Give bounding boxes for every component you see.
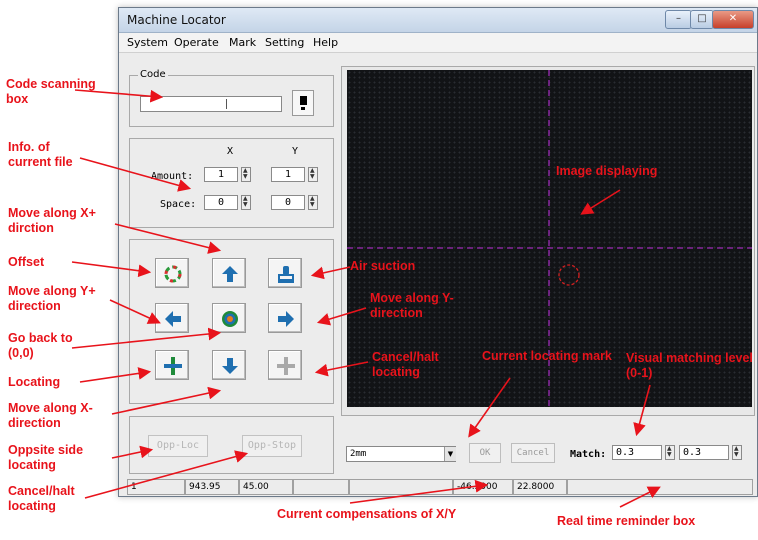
arrow-reminder — [619, 486, 661, 508]
arrow-locating — [79, 367, 152, 383]
annotation-current-mark: Current locating mark — [482, 349, 612, 363]
annotation-cancel-halt-2: Cancel/halt locating — [372, 350, 439, 379]
annotation-code-scanning: Code scanning box — [6, 77, 96, 106]
annotation-air-suction: Air suction — [350, 259, 416, 273]
arrow-air-suction — [310, 266, 351, 280]
annotation-move-y-minus: Move along Y- direction — [370, 291, 454, 320]
arrow-file-info — [79, 157, 192, 192]
annotation-move-x-minus: Move along X- direction — [8, 401, 93, 430]
annotation-offset: Offset — [8, 255, 45, 269]
annotation-go-back: Go back to (0,0) — [8, 331, 73, 360]
arrow-visual-matching — [633, 384, 651, 437]
annotation-file-info: Info. of current file — [8, 140, 73, 169]
arrow-move-x-minus — [111, 386, 222, 415]
arrow-image-displaying — [580, 189, 621, 215]
annotation-move-y-plus: Move along Y+ direction — [8, 284, 96, 313]
annotation-move-x-plus: Move along X+ dirction — [8, 206, 96, 235]
annotation-cancel-halt-1: Cancel/halt locating — [8, 484, 75, 513]
annotation-reminder: Real time reminder box — [557, 514, 696, 528]
arrow-current-mark — [468, 377, 511, 438]
arrow-go-back — [71, 327, 222, 349]
arrow-move-x-plus — [114, 223, 222, 254]
annotation-visual-matching: Visual matching level (0-1) — [626, 351, 753, 380]
annotation-image-displaying: Image displaying — [556, 164, 658, 178]
arrow-offset — [71, 261, 152, 278]
arrow-cancel-halt-2 — [314, 361, 369, 377]
annotation-locating: Locating — [8, 375, 61, 389]
arrow-move-y-minus — [316, 307, 367, 326]
arrow-compensations — [349, 479, 489, 504]
annotation-opposite-side: Oppsite side locating — [8, 443, 84, 472]
annotation-compensations: Current compensations of X/Y — [277, 507, 457, 521]
